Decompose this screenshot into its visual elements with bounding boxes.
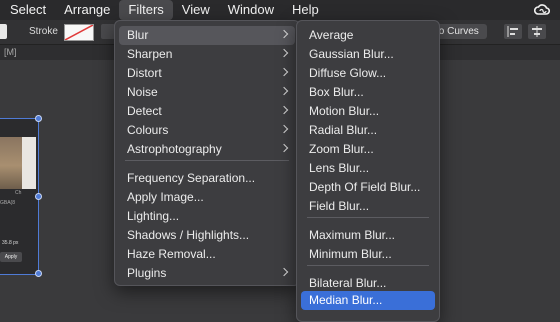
chevron-right-icon: [279, 105, 289, 115]
filters-menu-item[interactable]: Blur: [119, 26, 295, 45]
menu-view[interactable]: View: [173, 0, 219, 20]
blur-menu-item[interactable]: Gaussian Blur...: [301, 45, 435, 64]
filters-menu-item-label: Apply Image...: [127, 190, 204, 204]
chevron-right-icon: [279, 267, 289, 277]
fill-swatch[interactable]: [0, 24, 7, 39]
align-center-button[interactable]: [528, 24, 546, 39]
filters-menu-item[interactable]: Colours: [119, 121, 295, 140]
filters-menu-item[interactable]: Sharpen: [119, 45, 295, 64]
filters-menu-item-label: Astrophotography: [127, 142, 222, 156]
menu-window[interactable]: Window: [219, 0, 283, 20]
selection-handle-top-right[interactable]: [35, 115, 42, 122]
blur-menu-item[interactable]: Minimum Blur...: [301, 245, 435, 264]
chevron-right-icon: [279, 124, 289, 134]
blur-menu-item-label: Median Blur...: [309, 293, 383, 307]
chevron-right-icon: [279, 143, 289, 153]
menu-arrange[interactable]: Arrange: [55, 0, 119, 20]
blur-menu-item-label: Gaussian Blur...: [309, 47, 394, 61]
blur-menu-item-label: Average: [309, 28, 354, 42]
blur-menu-item-label: Diffuse Glow...: [309, 66, 387, 80]
stroke-label: Stroke: [29, 26, 58, 37]
align-center-icon: [532, 26, 542, 37]
filters-menu-item[interactable]: Noise: [119, 83, 295, 102]
blur-menu-item-label: Field Blur...: [309, 199, 370, 213]
menu-filters[interactable]: Filters: [119, 0, 173, 20]
blur-menu-item-label: Motion Blur...: [309, 104, 380, 118]
stroke-swatch[interactable]: [64, 24, 94, 41]
blur-menu-item-label: Lens Blur...: [309, 161, 370, 175]
chevron-right-icon: [279, 29, 289, 39]
align-left-button[interactable]: [504, 24, 522, 39]
chevron-right-icon: [279, 48, 289, 58]
channel-label: Ch: [15, 190, 22, 196]
blur-menu-item[interactable]: Lens Blur...: [301, 159, 435, 178]
blur-menu-item-label: Zoom Blur...: [309, 142, 374, 156]
filters-menu-item[interactable]: Astrophotography: [119, 140, 295, 159]
filters-menu-item[interactable]: Shadows / Highlights...: [119, 226, 295, 245]
blur-menu-item-label: Maximum Blur...: [309, 228, 396, 242]
menu-select[interactable]: Select: [0, 0, 55, 20]
size-value: 35.8 px: [2, 240, 19, 246]
filters-menu-item-label: Sharpen: [127, 47, 173, 61]
image-thumbnail-light: [22, 137, 36, 189]
apply-button[interactable]: Apply: [0, 252, 22, 262]
filters-menu-item-label: Plugins: [127, 266, 167, 280]
color-format-label: GBA(8: [0, 200, 16, 206]
menu-help[interactable]: Help: [283, 0, 328, 20]
blur-menu-item[interactable]: Depth Of Field Blur...: [301, 178, 435, 197]
blur-menu-item-label: Minimum Blur...: [309, 247, 392, 261]
stroke-width-control[interactable]: [101, 24, 115, 39]
image-thumbnail: [0, 137, 22, 189]
blur-menu-item-label: Box Blur...: [309, 85, 364, 99]
filters-menu-item-label: Colours: [127, 123, 169, 137]
menu-separator: [125, 160, 289, 161]
document-tab-label[interactable]: [M]: [4, 47, 17, 57]
no-stroke-icon: [65, 25, 93, 40]
blur-menu-item-label: Bilateral Blur...: [309, 276, 387, 290]
menu-bar: Select Arrange Filters View Window Help: [0, 0, 560, 20]
filters-menu-item-label: Distort: [127, 66, 162, 80]
blur-menu-item[interactable]: Maximum Blur...: [301, 226, 435, 245]
blur-submenu: Average Gaussian Blur... Diffuse Glow... Bo…: [296, 20, 440, 322]
menu-separator: [307, 265, 429, 266]
selection-handle-middle-right[interactable]: [35, 193, 42, 200]
filters-menu-item-label: Haze Removal...: [127, 247, 216, 261]
blur-menu-item[interactable]: Average: [301, 26, 435, 45]
filters-menu-item[interactable]: Distort: [119, 64, 295, 83]
blur-menu-item[interactable]: Motion Blur...: [301, 102, 435, 121]
chevron-right-icon: [279, 67, 289, 77]
selected-panel[interactable]: Ch GBA(8 35.8 px Apply: [0, 118, 39, 275]
blur-menu-item[interactable]: Field Blur...: [301, 197, 435, 216]
filters-menu-item-label: Frequency Separation...: [127, 171, 256, 185]
filters-menu-item[interactable]: Detect: [119, 102, 295, 121]
filters-menu-item-label: Shadows / Highlights...: [127, 228, 250, 242]
menu-separator: [307, 217, 429, 218]
blur-menu-item-label: Radial Blur...: [309, 123, 378, 137]
filters-menu-item-label: Detect: [127, 104, 162, 118]
filters-menu: Blur Sharpen Distort Noise Detect Colours Astr…: [114, 20, 300, 286]
blur-menu-item[interactable]: Zoom Blur...: [301, 140, 435, 159]
blur-menu-item[interactable]: Diffuse Glow...: [301, 64, 435, 83]
filters-menu-item-label: Noise: [127, 85, 158, 99]
filters-menu-item[interactable]: Frequency Separation...: [119, 169, 295, 188]
filters-menu-item[interactable]: Haze Removal...: [119, 245, 295, 264]
selection-handle-bottom-right[interactable]: [35, 270, 42, 277]
align-left-icon: [507, 26, 518, 37]
filters-menu-item-label: Lighting...: [127, 209, 180, 223]
filters-menu-item[interactable]: Apply Image...: [119, 188, 295, 207]
creative-cloud-icon[interactable]: [534, 2, 550, 18]
blur-menu-item-label: Depth Of Field Blur...: [309, 180, 421, 194]
filters-menu-item-label: Blur: [127, 28, 149, 42]
filters-menu-item[interactable]: Lighting...: [119, 207, 295, 226]
blur-menu-item[interactable]: Box Blur...: [301, 83, 435, 102]
chevron-right-icon: [279, 86, 289, 96]
blur-menu-item[interactable]: Median Blur...: [301, 291, 435, 310]
blur-menu-item[interactable]: Radial Blur...: [301, 121, 435, 140]
filters-menu-item[interactable]: Plugins: [119, 264, 295, 283]
